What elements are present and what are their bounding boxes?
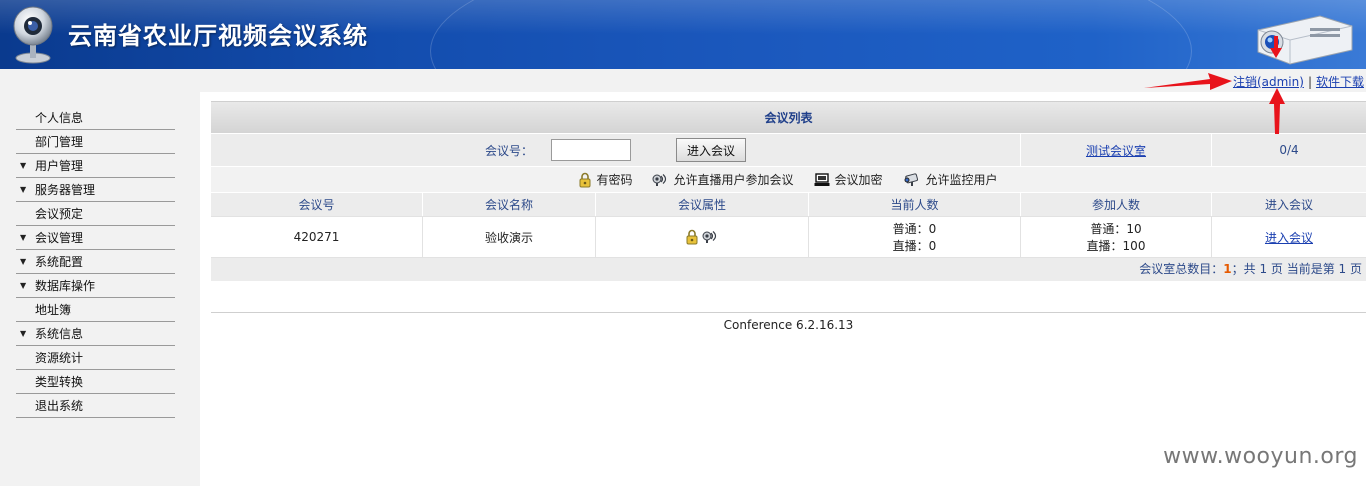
conference-id: 420271 (211, 217, 423, 257)
sidebar-item-resource-statistics[interactable]: 资源统计 (16, 346, 175, 370)
attribute-legend: 有密码 允许直播用户参加会议 会议加密 允许监控用户 (211, 166, 1366, 192)
sidebar-item-database-operation[interactable]: ▼ 数据库操作 (16, 274, 175, 298)
broadcast-icon (702, 231, 717, 243)
content-divider (211, 312, 1366, 313)
room-total-count: 1 (1223, 262, 1232, 276)
current-participants: 普通：0 直播：0 (809, 217, 1021, 257)
joined-participants: 普通：10 直播：100 (1021, 217, 1212, 257)
camera-icon (904, 172, 918, 186)
sidebar-item-system-info[interactable]: ▼ 系统信息 (16, 322, 175, 346)
watermark: www.wooyun.org (1163, 444, 1358, 469)
conference-number-input[interactable] (551, 139, 631, 161)
current-normal-count: 普通：0 (892, 222, 937, 236)
sidebar-item-personal-info[interactable]: 个人信息 (16, 106, 175, 130)
test-room-cell: 测试会议室 (1021, 134, 1212, 166)
joined-live-count: 直播：100 (1086, 239, 1146, 253)
column-header-conference-name: 会议名称 (423, 193, 596, 216)
table-header-row: 会议号 会议名称 会议属性 当前人数 参加人数 进入会议 (211, 192, 1366, 216)
expand-triangle-icon: ▼ (20, 257, 27, 266)
expand-triangle-icon: ▼ (20, 281, 27, 290)
conference-list-title: 会议列表 (211, 101, 1366, 133)
expand-triangle-icon: ▼ (20, 161, 27, 170)
sidebar-item-meeting-reservation[interactable]: 会议预定 (16, 202, 175, 226)
app-header: 云南省农业厅视频会议系统 (0, 0, 1366, 69)
conference-name: 验收演示 (423, 217, 596, 257)
encrypt-icon (814, 172, 829, 186)
table-row: 420271 验收演示 普通：0 直播：0 普通：10 直播：100 进入会议 (211, 216, 1366, 258)
sidebar-item-department-management[interactable]: 部门管理 (16, 130, 175, 154)
join-conference-row: 会议号： 进入会议 测试会议室 0/4 (211, 133, 1366, 166)
software-download-link[interactable]: 软件下载 (1316, 75, 1364, 89)
sidebar-item-meeting-management[interactable]: ▼ 会议管理 (16, 226, 175, 250)
test-conference-room-link[interactable]: 测试会议室 (1086, 142, 1146, 159)
top-links: 注销(admin) | 软件下载 (1233, 73, 1364, 90)
sidebar-item-system-config[interactable]: ▼ 系统配置 (16, 250, 175, 274)
broadcast-icon (652, 173, 667, 186)
column-header-joined-participants: 参加人数 (1021, 193, 1212, 216)
column-header-conference-id: 会议号 (211, 193, 423, 216)
logout-link[interactable]: 注销(admin) (1233, 75, 1304, 89)
room-usage: 0/4 (1279, 143, 1299, 157)
column-header-current-participants: 当前人数 (809, 193, 1021, 216)
webcam-icon (13, 6, 53, 64)
sidebar-menu: 个人信息 部门管理 ▼ 用户管理 ▼ 服务器管理 会议预定 ▼ 会议管理 ▼ 系统配置 … (16, 106, 175, 418)
sidebar-item-type-conversion[interactable]: 类型转换 (16, 370, 175, 394)
expand-triangle-icon: ▼ (20, 185, 27, 194)
expand-triangle-icon: ▼ (20, 329, 27, 338)
legend-live-broadcast: 允许直播用户参加会议 (652, 171, 794, 188)
page-info: ；共 1 页 当前是第 1 页 (1231, 262, 1362, 276)
sidebar-item-address-book[interactable]: 地址簿 (16, 298, 175, 322)
enter-conference-button[interactable]: 进入会议 (676, 138, 747, 162)
version-text: Conference 6.2.16.13 (723, 318, 854, 332)
legend-encryption: 会议加密 (814, 171, 883, 188)
column-header-enter-conference: 进入会议 (1264, 198, 1313, 212)
conference-attributes (596, 217, 809, 257)
expand-triangle-icon: ▼ (20, 233, 27, 242)
conference-list-panel: 会议列表 会议号： 进入会议 测试会议室 0/4 有密码 允许直播用户参加会议 … (211, 101, 1366, 281)
join-conference-cell: 会议号： 进入会议 (211, 134, 1021, 166)
room-total-label: 会议室总数目： (1139, 262, 1224, 276)
top-bar: 注销(admin) | 软件下载 (0, 69, 1366, 92)
current-live-count: 直播：0 (892, 239, 937, 253)
sidebar-item-server-management[interactable]: ▼ 服务器管理 (16, 178, 175, 202)
pagination-summary: 会议室总数目：1；共 1 页 当前是第 1 页 (211, 258, 1366, 281)
enter-conference-cell: 进入会议 (1212, 217, 1366, 257)
sidebar-item-user-management[interactable]: ▼ 用户管理 (16, 154, 175, 178)
joined-normal-count: 普通：10 (1090, 222, 1142, 236)
sidebar-item-exit-system[interactable]: 退出系统 (16, 394, 175, 418)
legend-password: 有密码 (579, 171, 632, 188)
conference-number-label: 会议号： (484, 143, 533, 158)
lock-icon (579, 172, 591, 187)
legend-monitor-users: 允许监控用户 (903, 171, 998, 188)
projector-icon (1257, 15, 1353, 65)
enter-conference-link[interactable]: 进入会议 (1265, 229, 1313, 246)
sidebar: 个人信息 部门管理 ▼ 用户管理 ▼ 服务器管理 会议预定 ▼ 会议管理 ▼ 系统配置 … (0, 92, 200, 486)
column-header-conference-attributes: 会议属性 (596, 193, 809, 216)
top-link-separator: | (1307, 75, 1312, 89)
lock-icon (686, 229, 698, 245)
app-title: 云南省农业厅视频会议系统 (68, 22, 368, 50)
